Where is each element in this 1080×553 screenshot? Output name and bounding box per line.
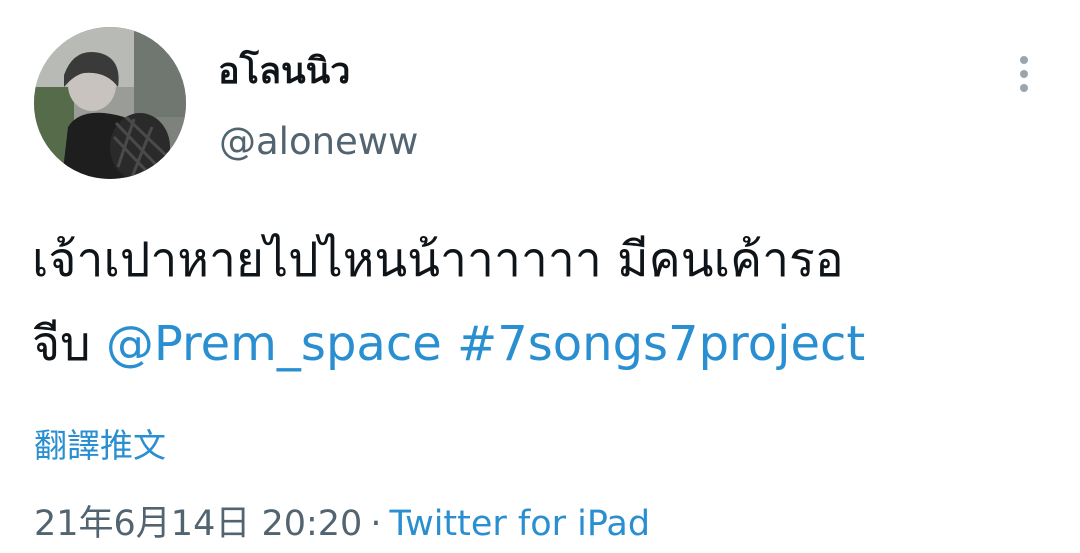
translate-tweet-link[interactable]: 翻譯推文	[34, 424, 166, 468]
source-link[interactable]: Twitter for iPad	[389, 504, 650, 544]
tweet-text-line: จีบ @Prem_space #7songs7project	[32, 302, 1052, 386]
profile-photo-icon	[34, 27, 186, 179]
tweet-text: เจ้าเปาหายไปไหนน้าาาาาา มีคนเค้ารอ จีบ @…	[32, 218, 1052, 386]
separator-dot: ·	[370, 504, 382, 544]
tweet-text-prefix: จีบ	[32, 316, 106, 372]
tweet-meta: 21年6月14日 20:20 · Twitter for iPad	[34, 500, 650, 548]
user-handle[interactable]: @aloneww	[219, 118, 418, 166]
more-vertical-icon-dot	[1020, 84, 1028, 92]
hashtag-link[interactable]: #7songs7project	[457, 316, 865, 372]
more-options-button[interactable]	[1004, 50, 1044, 98]
more-vertical-icon-dot	[1020, 70, 1028, 78]
mention-link[interactable]: @Prem_space	[106, 316, 442, 372]
more-vertical-icon	[1020, 56, 1028, 64]
display-name[interactable]: อโลนนิว	[218, 48, 350, 96]
tweet-text-line: เจ้าเปาหายไปไหนน้าาาาาา มีคนเค้ารอ	[32, 232, 844, 288]
timestamp[interactable]: 21年6月14日 20:20	[34, 504, 362, 544]
avatar[interactable]	[34, 27, 186, 179]
tweet-card: อโลนนิว @aloneww เจ้าเปาหายไปไหนน้าาาาาา…	[0, 0, 1080, 553]
